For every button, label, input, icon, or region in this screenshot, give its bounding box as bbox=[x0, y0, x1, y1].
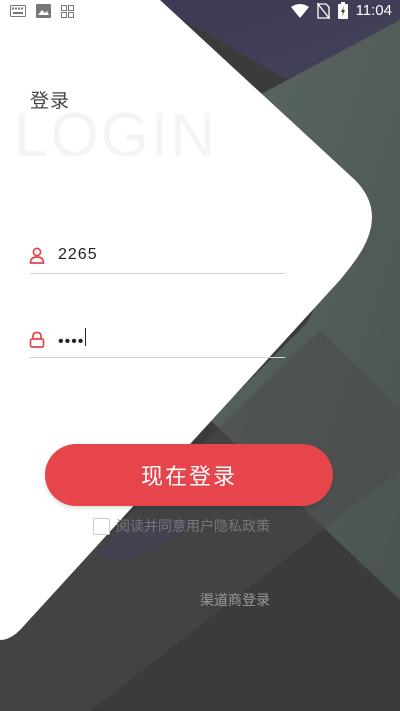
status-bar: 11:04 bbox=[0, 0, 400, 26]
password-field[interactable]: •••• bbox=[28, 321, 285, 358]
channel-login-link[interactable]: 渠道商登录 bbox=[200, 590, 270, 610]
login-button[interactable]: 现在登录 bbox=[45, 444, 333, 506]
username-input[interactable]: 2265 bbox=[58, 246, 258, 264]
agreement-checkbox[interactable] bbox=[93, 517, 110, 535]
status-right-icons: 11:04 bbox=[290, 2, 392, 19]
password-mask: •••• bbox=[58, 332, 85, 350]
app-grid-icon bbox=[61, 4, 74, 18]
password-input[interactable]: •••• bbox=[58, 327, 258, 351]
status-left-icons bbox=[10, 4, 74, 18]
no-sim-icon bbox=[316, 2, 330, 19]
text-caret bbox=[85, 327, 87, 346]
lock-icon bbox=[28, 330, 46, 348]
battery-charging-icon bbox=[337, 2, 348, 19]
page-title: 登录 bbox=[30, 90, 71, 112]
status-time: 11:04 bbox=[355, 2, 392, 19]
agreement-row[interactable]: 阅读并同意用户隐私政策 bbox=[93, 516, 270, 536]
wifi-icon bbox=[290, 3, 309, 18]
image-icon bbox=[36, 4, 51, 18]
user-icon bbox=[28, 246, 46, 264]
agreement-label[interactable]: 阅读并同意用户隐私政策 bbox=[116, 516, 270, 536]
keyboard-icon bbox=[10, 5, 26, 17]
username-field[interactable]: 2265 bbox=[28, 237, 285, 274]
